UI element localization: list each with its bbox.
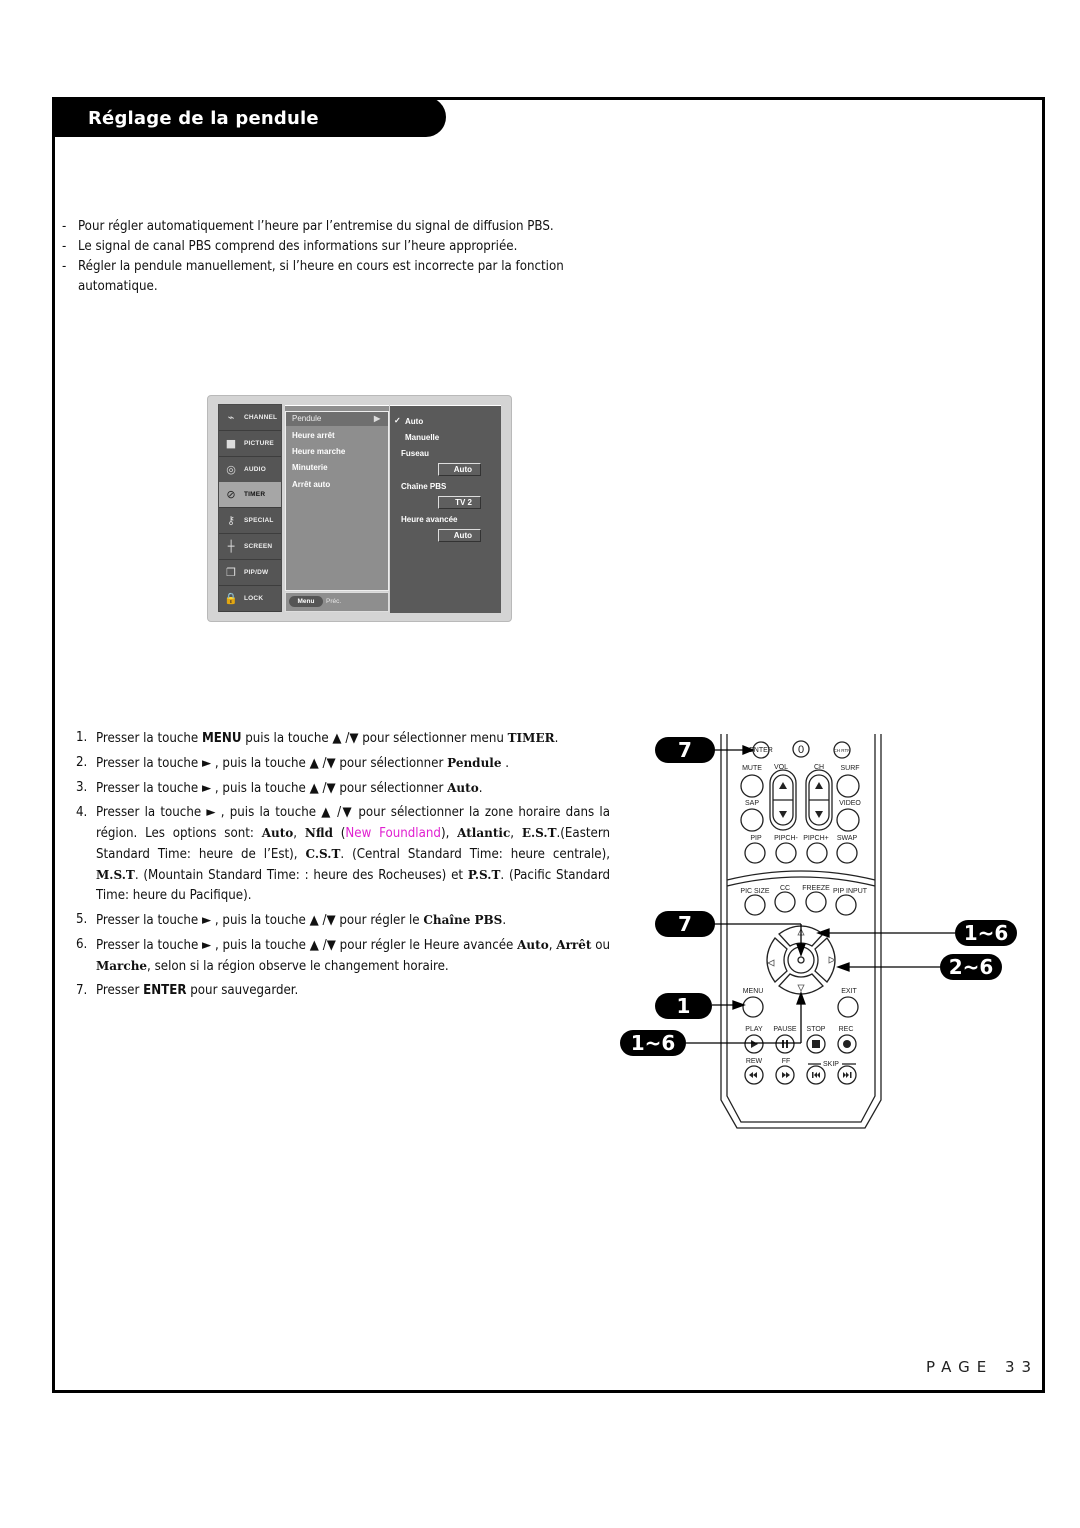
osd-fuseau-value[interactable]: Auto [438, 463, 481, 476]
osd-sidebar-item-picture[interactable]: ■ PICTURE [219, 430, 281, 457]
osd-sidebar-item-timer[interactable]: ⊘ TIMER [219, 482, 281, 509]
osd-sidebar-item-lock[interactable]: 🔒 LOCK [219, 585, 281, 612]
osd-menu-key: Menu [289, 596, 323, 607]
osd-submenu-item-heure-arret[interactable]: Heure arrêt [292, 431, 335, 440]
intro-item: - Régler la pendule manuellement, si l’he… [62, 259, 564, 294]
highlighted-term: New Foundland [345, 826, 441, 841]
osd-sidebar-item-pipdw[interactable]: ❐ PIP/DW [219, 559, 281, 586]
padlock-icon: 🔒 [224, 591, 238, 605]
osd-sidebar-item-screen[interactable]: ┼ SCREEN [219, 534, 281, 560]
osd-dst-value[interactable]: Auto [438, 529, 481, 542]
check-icon: ✓ [394, 416, 401, 425]
osd-submenu-item-pendule[interactable]: Pendule [292, 414, 321, 423]
clock-dial-icon: ⊘ [226, 488, 236, 502]
intro-list: - Pour régler automatiquement l’heure par… [62, 217, 628, 297]
step-item: 7. Presser ENTER pour sauvegarder. [76, 983, 299, 998]
osd-dst-label: Heure avancée [401, 515, 458, 524]
step-item: 1. Presser la touche MENU puis la touche … [76, 730, 559, 746]
osd-sidebar-label: SPECIAL [244, 517, 274, 525]
osd-option-auto[interactable]: Auto [405, 417, 423, 426]
intro-item: - Le signal de canal PBS comprend des inf… [62, 239, 518, 254]
callout-step-7-enter: 7 [655, 737, 715, 763]
callout-step-1-menu: 1 [655, 993, 712, 1019]
osd-sidebar-label: SCREEN [244, 543, 273, 550]
step-item: 2. Presser la touche ► , puis la touche ▲… [76, 755, 510, 771]
callout-step-1-6-down: 1~6 [620, 1030, 686, 1056]
satellite-dish-icon: ⌁ [227, 411, 235, 424]
osd-sidebar-item-channel[interactable]: ⌁ CHANNEL [219, 405, 281, 431]
key-tag-icon: ⚷ [226, 514, 236, 528]
osd-submenu-item-heure-marche[interactable]: Heure marche [292, 447, 345, 456]
page-number: PAGE 33 [926, 1358, 1039, 1376]
callout-step-2-6-right: 2~6 [940, 954, 1002, 980]
osd-sidebar-item-special[interactable]: ⚷ SPECIAL [219, 508, 281, 535]
callout-step-1-6-up: 1~6 [955, 920, 1017, 946]
step-item: 3. Presser la touche ► , puis la touche ▲… [76, 780, 483, 796]
osd-submenu-item-arret-auto[interactable]: Arrêt auto [292, 480, 330, 489]
crosshair-icon: ┼ [227, 540, 235, 553]
osd-sidebar-label: TIMER [244, 491, 266, 499]
osd-sidebar-label: LOCK [244, 594, 264, 602]
osd-sidebar-label: AUDIO [244, 465, 266, 473]
step-item: 5. Presser la touche ► , puis la touche ▲… [76, 912, 507, 928]
osd-right-arrow-icon: ▶ [374, 414, 381, 423]
callout-step-7-ok: 7 [655, 911, 715, 937]
osd-sidebar-label: PIP/DW [244, 568, 269, 576]
tv-screen-icon: ■ [225, 436, 237, 450]
osd-sidebar-item-audio[interactable]: ◎ AUDIO [219, 456, 281, 483]
speaker-icon: ◎ [226, 462, 236, 476]
step-item: 6. Presser la touche ► , puis la touche ▲… [76, 937, 610, 974]
section-title: Réglage de la pendule [88, 108, 319, 129]
osd-pbs-label: Chaîne PBS [401, 482, 447, 491]
osd-sidebar-label: PICTURE [244, 439, 274, 447]
osd-fuseau-label: Fuseau [401, 449, 430, 458]
osd-pbs-value[interactable]: TV 2 [438, 496, 481, 509]
step-item: 4. Presser la touche ► , puis la touche ▲… [76, 805, 611, 903]
osd-submenu-item-minuterie[interactable]: Minuterie [292, 463, 328, 472]
instruction-steps: 1. Presser la touche MENU puis la touche … [76, 728, 610, 1005]
osd-sidebar-label: CHANNEL [244, 414, 278, 421]
intro-item: - Pour régler automatiquement l’heure par… [62, 219, 554, 234]
osd-option-manuelle[interactable]: Manuelle [405, 433, 439, 442]
osd-prev-label: Préc. [326, 598, 342, 605]
pip-windows-icon: ❐ [226, 565, 236, 579]
